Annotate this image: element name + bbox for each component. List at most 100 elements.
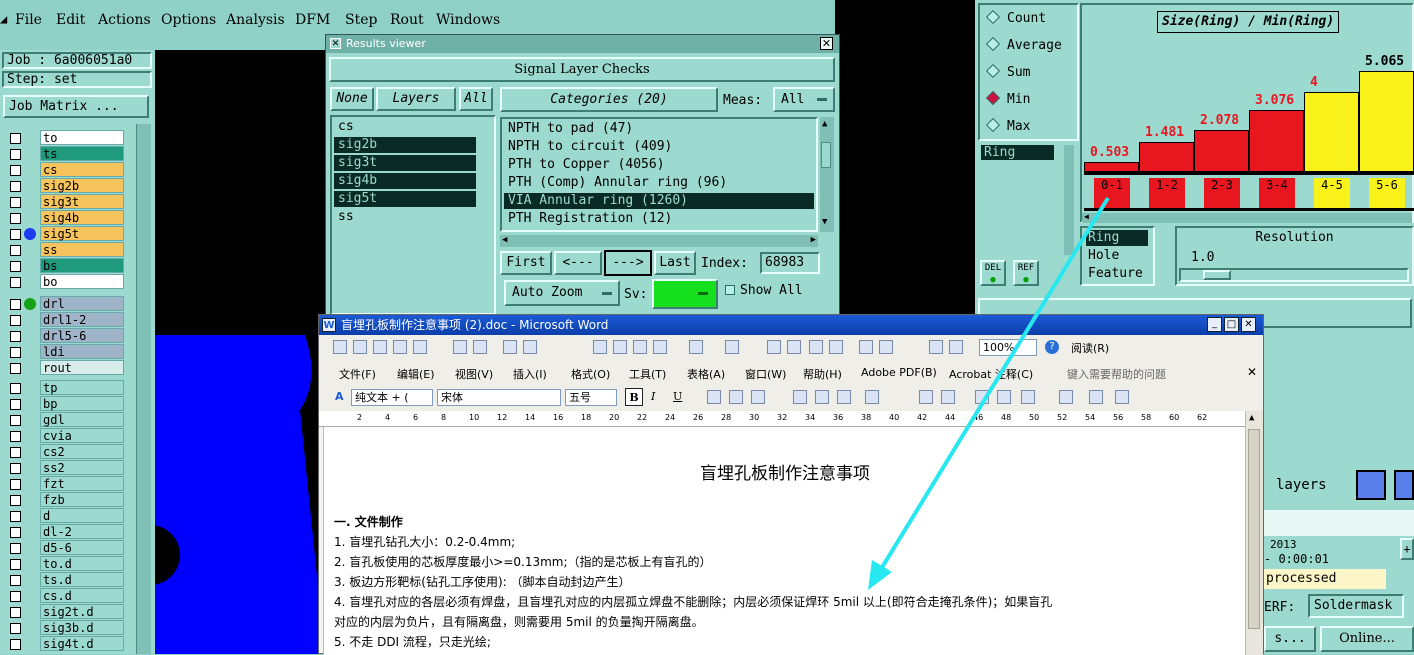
menu-insert[interactable]: 插入(I) (513, 366, 547, 382)
layer-row[interactable]: sig2b (6, 178, 124, 194)
menu-dfm[interactable]: DFM (295, 12, 330, 28)
layer-row[interactable]: cvia (6, 428, 124, 444)
plus-icon[interactable]: + (1400, 538, 1414, 560)
layer-checkbox[interactable] (10, 415, 21, 426)
option-min[interactable]: Min (985, 90, 1030, 107)
menu-rout[interactable]: Rout (390, 12, 424, 28)
resolution-slider[interactable] (1179, 268, 1409, 282)
categories-vscrollbar[interactable]: ▲ ▼ (820, 117, 834, 232)
layer-row[interactable]: sig4b (6, 210, 124, 226)
layer-checkbox[interactable] (10, 213, 21, 224)
layer-row[interactable]: bp (6, 396, 124, 412)
categories-hscrollbar[interactable]: ◀ ▶ (500, 235, 818, 247)
maximize-icon[interactable]: □ (1224, 317, 1239, 332)
scroll-down-icon[interactable]: ▼ (822, 217, 827, 227)
layer-checkbox[interactable] (10, 165, 21, 176)
category-list-item[interactable]: VIA Annular ring (1260) (504, 193, 814, 209)
highlight-icon[interactable] (1021, 390, 1035, 404)
layer-checkbox[interactable] (10, 511, 21, 522)
menu-step[interactable]: Step (345, 12, 377, 28)
word-titlebar[interactable]: W 盲埋孔板制作注意事项 (2).doc - Microsoft Word _ … (319, 315, 1263, 335)
print-preview-icon[interactable] (473, 340, 487, 354)
layer-row[interactable]: d (6, 508, 124, 524)
layers-tool-icon[interactable] (1356, 470, 1386, 500)
option-count[interactable]: Count (985, 9, 1046, 26)
document-vscrollbar[interactable]: ▲ (1245, 411, 1263, 655)
layer-checkbox[interactable] (10, 607, 21, 618)
help-icon[interactable]: ? (1045, 340, 1059, 354)
layer-list-item[interactable]: sig3t (334, 155, 476, 171)
first-button[interactable]: First (500, 251, 552, 275)
menu-window[interactable]: 窗口(W) (745, 366, 786, 382)
char-shading-icon[interactable] (729, 390, 743, 404)
tables-icon[interactable] (787, 340, 801, 354)
option-average[interactable]: Average (985, 36, 1062, 53)
all-button[interactable]: All (459, 87, 493, 111)
align-left-icon[interactable] (793, 390, 807, 404)
layer-row[interactable]: drl5-6 (6, 328, 124, 344)
menu-edit[interactable]: 编辑(E) (397, 366, 435, 382)
minimize-icon[interactable]: _ (1207, 317, 1222, 332)
close-icon[interactable]: ✕ (1241, 317, 1256, 332)
erf-field[interactable]: Soldermask (1308, 594, 1404, 618)
layer-checkbox[interactable] (10, 559, 21, 570)
copy-icon[interactable] (613, 340, 627, 354)
layer-row[interactable]: cs.d (6, 588, 124, 604)
menu-windows[interactable]: Windows (436, 12, 500, 28)
layer-row[interactable]: sig2t.d (6, 604, 124, 620)
styles-icon[interactable]: A (335, 390, 344, 403)
bold-icon[interactable]: B (625, 388, 643, 406)
font-select[interactable]: 宋体 (437, 389, 561, 406)
research-icon[interactable] (503, 340, 517, 354)
numbering-icon[interactable] (919, 390, 933, 404)
underline-icon[interactable]: U (673, 390, 682, 403)
menu-format[interactable]: 格式(O) (571, 366, 610, 382)
option-max[interactable]: Max (985, 117, 1030, 134)
show-all-checkbox[interactable] (725, 285, 735, 295)
layer-row[interactable]: sig3b.d (6, 620, 124, 636)
layer-checkbox[interactable] (10, 261, 21, 272)
layer-checkbox[interactable] (10, 399, 21, 410)
layer-checkbox[interactable] (10, 197, 21, 208)
document-map-icon[interactable] (929, 340, 943, 354)
layer-checkbox[interactable] (10, 447, 21, 458)
layer-row[interactable]: drl1-2 (6, 312, 124, 328)
histogram-bar[interactable] (1194, 130, 1249, 172)
layer-checkbox[interactable] (10, 299, 21, 310)
save-icon[interactable] (373, 340, 387, 354)
category-list-item[interactable]: PTH to Copper (4056) (504, 157, 814, 173)
open-icon[interactable] (353, 340, 367, 354)
layer-row[interactable]: sig4t.d (6, 636, 124, 652)
layer-row[interactable]: bo (6, 274, 124, 290)
permission-icon[interactable] (393, 340, 407, 354)
layer-row[interactable]: cs (6, 162, 124, 178)
layer-row[interactable]: rout (6, 360, 124, 376)
option-sum[interactable]: Sum (985, 63, 1030, 80)
layer-row[interactable]: ts (6, 146, 124, 162)
s-button[interactable]: s... (1264, 626, 1316, 652)
meas-select[interactable]: All (773, 87, 835, 112)
menu-acrobat[interactable]: Acrobat 注释(C) (949, 366, 1033, 382)
histogram-bar[interactable] (1249, 110, 1304, 172)
layer-row[interactable]: ss (6, 242, 124, 258)
columns-icon[interactable] (859, 340, 873, 354)
layer-checkbox[interactable] (10, 463, 21, 474)
layer-checkbox[interactable] (10, 363, 21, 374)
ruler[interactable]: 2 4 6 8 10 12 14 16 18 20 22 24 26 28 30 32 34 36 38 40 42 44… (319, 411, 1263, 427)
read-mode-button[interactable]: 阅读(R) (1071, 340, 1109, 356)
word-doc-icon[interactable]: W (322, 318, 336, 332)
layer-row[interactable]: gdl (6, 412, 124, 428)
layer-row[interactable]: sig3t (6, 194, 124, 210)
show-hide-icon[interactable] (949, 340, 963, 354)
spelling-icon[interactable] (523, 340, 537, 354)
scroll-left-icon[interactable]: ◀ (502, 235, 507, 245)
last-button[interactable]: Last (654, 251, 696, 275)
menu-help[interactable]: 帮助(H) (803, 366, 842, 382)
menu-table[interactable]: 表格(A) (687, 366, 725, 382)
layer-checkbox[interactable] (10, 315, 21, 326)
histogram-bar[interactable] (1084, 162, 1139, 172)
phonetic-icon[interactable] (1089, 390, 1103, 404)
measure-field[interactable]: Ring (981, 145, 1054, 160)
slider-thumb[interactable] (1203, 270, 1231, 280)
measure-list-item[interactable]: Feature (1088, 266, 1143, 281)
